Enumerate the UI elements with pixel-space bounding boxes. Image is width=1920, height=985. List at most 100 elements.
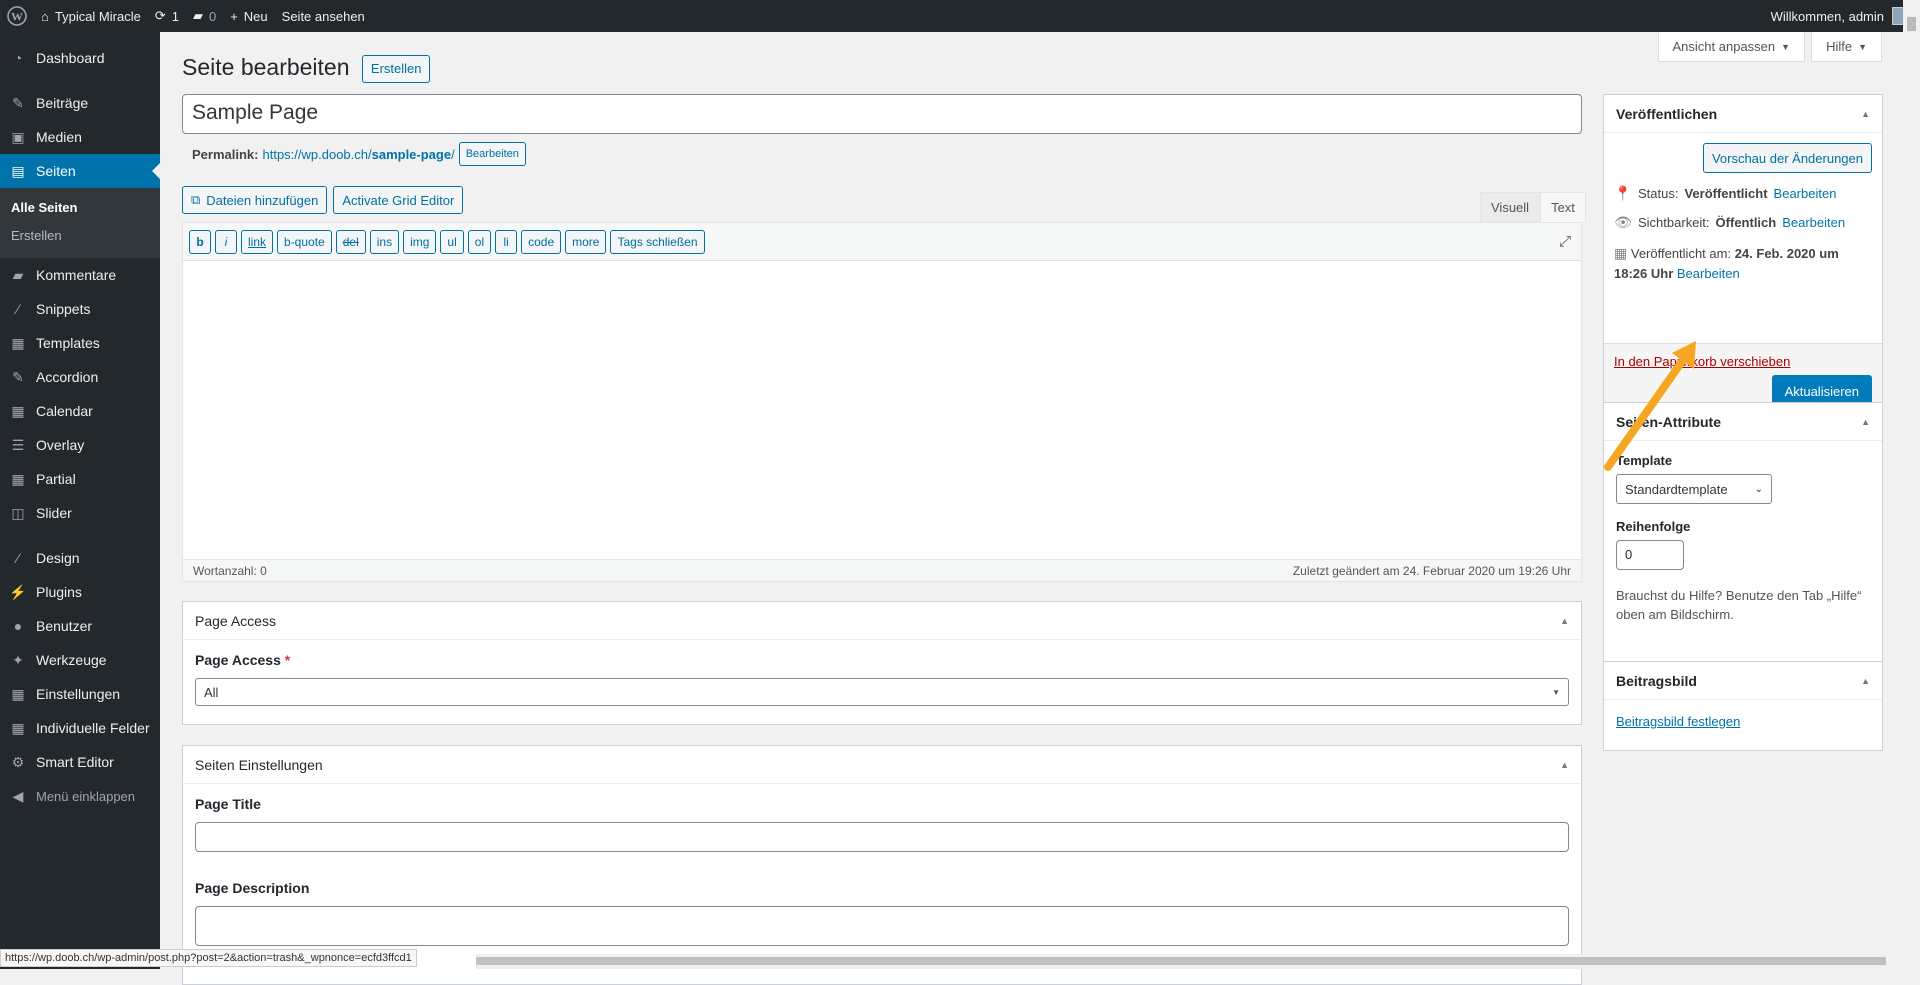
- grid-editor-button[interactable]: Activate Grid Editor: [333, 186, 464, 214]
- editor-textarea[interactable]: [183, 261, 1581, 559]
- sidebar-item-medien[interactable]: ▣ Medien: [0, 120, 160, 154]
- collapse-arrow-icon[interactable]: ▲: [1560, 760, 1569, 770]
- sidebar-item-benutzer[interactable]: ● Benutzer: [0, 609, 160, 643]
- sidebar-item-einstellungen[interactable]: ▦ Einstellungen: [0, 677, 160, 711]
- sidebar-item-slider[interactable]: ◫ Slider: [0, 496, 160, 530]
- gear-icon: ⚙: [11, 753, 25, 770]
- title-input[interactable]: Sample Page: [182, 94, 1582, 134]
- quicktag-ul-button[interactable]: ul: [440, 229, 464, 254]
- collapse-arrow-icon[interactable]: ▲: [1861, 417, 1870, 427]
- preview-changes-button[interactable]: Vorschau der Änderungen: [1702, 143, 1872, 173]
- admin-sidebar: ◔ Dashboard ✎ Beiträge ▣ Medien ▤ Seiten All…: [0, 32, 160, 969]
- collapse-arrow-icon[interactable]: ▲: [1861, 109, 1870, 119]
- published-time: 18:26 Uhr: [1614, 266, 1674, 281]
- sidebar-item-overlay[interactable]: ☰ Overlay: [0, 428, 160, 462]
- account-menu[interactable]: Willkommen, admin: [1764, 0, 1920, 32]
- trash-link[interactable]: In den Papierkorb verschieben: [1614, 354, 1790, 369]
- page-attributes-header[interactable]: Seiten-Attribute ▲: [1604, 403, 1882, 441]
- quicktag-more-button[interactable]: more: [565, 229, 607, 254]
- visibility-edit-link[interactable]: Bearbeiten: [1782, 215, 1845, 230]
- site-name-link[interactable]: ⌂ Typical Miracle: [34, 0, 148, 32]
- quicktag-del-button[interactable]: del: [335, 229, 366, 254]
- comments-link[interactable]: ▰ 0: [186, 0, 223, 32]
- list-icon: ☰: [11, 436, 25, 453]
- sidebar-item-dashboard[interactable]: ◔ Dashboard: [0, 41, 160, 75]
- collapse-menu-button[interactable]: ◀ Menü einklappen: [0, 779, 160, 813]
- date-edit-link[interactable]: Bearbeiten: [1677, 266, 1740, 281]
- text-editor: b i link b-quote del ins img ul ol li co…: [182, 222, 1582, 582]
- permalink-edit-button[interactable]: Bearbeiten: [458, 142, 526, 166]
- collapse-arrow-icon[interactable]: ▲: [1861, 676, 1870, 686]
- last-edited: Zuletzt geändert am 24. Februar 2020 um …: [1292, 563, 1571, 578]
- quicktag-bquote-button[interactable]: b-quote: [277, 229, 332, 254]
- status-edit-link[interactable]: Bearbeiten: [1774, 186, 1837, 201]
- quicktag-italic-button[interactable]: i: [215, 229, 237, 254]
- updates-link[interactable]: ⟳ 1: [148, 0, 186, 32]
- tab-text[interactable]: Text: [1540, 192, 1586, 222]
- submenu-item-erstellen[interactable]: Erstellen: [0, 222, 160, 250]
- fullscreen-icon[interactable]: ⤢: [1559, 233, 1571, 250]
- sidebar-item-label: Design: [36, 550, 80, 566]
- add-media-button[interactable]: ⧉ Dateien hinzufügen: [182, 186, 328, 214]
- sidebar-item-design[interactable]: ⁄ Design: [0, 541, 160, 575]
- set-featured-image-link[interactable]: Beitragsbild festlegen: [1616, 714, 1740, 729]
- help-button[interactable]: Hilfe ▼: [1811, 32, 1882, 62]
- template-select[interactable]: Standardtemplate ⌄: [1616, 474, 1772, 504]
- calendar-icon: ▦: [11, 402, 25, 419]
- page-access-header[interactable]: Page Access ▲: [183, 602, 1581, 640]
- sidebar-item-partial[interactable]: ▦ Partial: [0, 462, 160, 496]
- sidebar-item-calendar[interactable]: ▦ Calendar: [0, 394, 160, 428]
- permalink-link[interactable]: https://wp.doob.ch/sample-page/: [262, 147, 454, 162]
- sidebar-item-beitraege[interactable]: ✎ Beiträge: [0, 86, 160, 120]
- sidebar-item-smart-editor[interactable]: ⚙ Smart Editor: [0, 745, 160, 779]
- page-description-input[interactable]: [195, 906, 1569, 946]
- wordpress-logo-icon[interactable]: W: [0, 0, 34, 32]
- quicktag-code-button[interactable]: code: [521, 229, 562, 254]
- horizontal-scrollbar[interactable]: [476, 954, 1920, 969]
- sidebar-item-label: Kommentare: [36, 267, 117, 283]
- svg-text:W: W: [11, 10, 23, 24]
- page-access-select[interactable]: All ▼: [195, 678, 1569, 706]
- order-input[interactable]: 0: [1616, 540, 1684, 570]
- tab-visual[interactable]: Visuell: [1480, 192, 1541, 222]
- quicktag-link-button[interactable]: link: [241, 229, 274, 254]
- publish-header[interactable]: Veröffentlichen ▲: [1604, 95, 1882, 133]
- scrollbar-thumb[interactable]: [476, 957, 1886, 965]
- quicktag-img-button[interactable]: img: [403, 229, 437, 254]
- seiten-einstellungen-header[interactable]: Seiten Einstellungen ▲: [183, 746, 1581, 784]
- status-url: https://wp.doob.ch/wp-admin/post.php?pos…: [0, 949, 417, 967]
- create-page-button[interactable]: Erstellen: [361, 54, 431, 83]
- quicktag-ins-button[interactable]: ins: [369, 229, 400, 254]
- screen-options-button[interactable]: Ansicht anpassen ▼: [1657, 32, 1806, 62]
- sidebar-item-seiten[interactable]: ▤ Seiten: [0, 154, 160, 188]
- page-title-input[interactable]: [195, 822, 1569, 852]
- sidebar-item-accordion[interactable]: ✎ Accordion: [0, 360, 160, 394]
- collapse-arrow-icon[interactable]: ▲: [1560, 616, 1569, 626]
- featured-image-header[interactable]: Beitragsbild ▲: [1604, 662, 1882, 700]
- view-page-link[interactable]: Seite ansehen: [275, 0, 372, 32]
- pin-icon: ✎: [12, 368, 24, 385]
- help-label: Hilfe: [1826, 39, 1853, 54]
- new-content-link[interactable]: + Neu: [223, 0, 274, 32]
- vertical-scrollbar[interactable]: [1903, 0, 1920, 969]
- sidebar-item-individuelle-felder[interactable]: ▦ Individuelle Felder: [0, 711, 160, 745]
- sidebar-item-plugins[interactable]: ⚡ Plugins: [0, 575, 160, 609]
- submenu-item-alle-seiten[interactable]: Alle Seiten: [0, 194, 160, 222]
- pages-icon: ▤: [11, 162, 25, 179]
- status-line: 📍 Status: Veröffentlicht Bearbeiten: [1614, 185, 1872, 202]
- sidebar-item-kommentare[interactable]: ▰ Kommentare: [0, 258, 160, 292]
- home-icon: ⌂: [41, 8, 49, 24]
- quicktag-bold-button[interactable]: b: [189, 229, 211, 254]
- caret-down-icon: ▼: [1781, 41, 1791, 52]
- chevron-down-icon: ⌄: [1754, 483, 1763, 495]
- sidebar-item-snippets[interactable]: ⁄ Snippets: [0, 292, 160, 326]
- quicktag-li-button[interactable]: li: [495, 229, 518, 254]
- sidebar-item-templates[interactable]: ▦ Templates: [0, 326, 160, 360]
- quicktag-close-tags-button[interactable]: Tags schließen: [610, 229, 705, 254]
- scrollbar-thumb[interactable]: [1907, 17, 1916, 31]
- sidebar-item-label: Einstellungen: [36, 686, 121, 702]
- quicktag-ol-button[interactable]: ol: [467, 229, 492, 254]
- sidebar-item-label: Benutzer: [36, 618, 93, 634]
- editor-tabs: Visuell Text: [1480, 192, 1586, 222]
- sidebar-item-werkzeuge[interactable]: ✦ Werkzeuge: [0, 643, 160, 677]
